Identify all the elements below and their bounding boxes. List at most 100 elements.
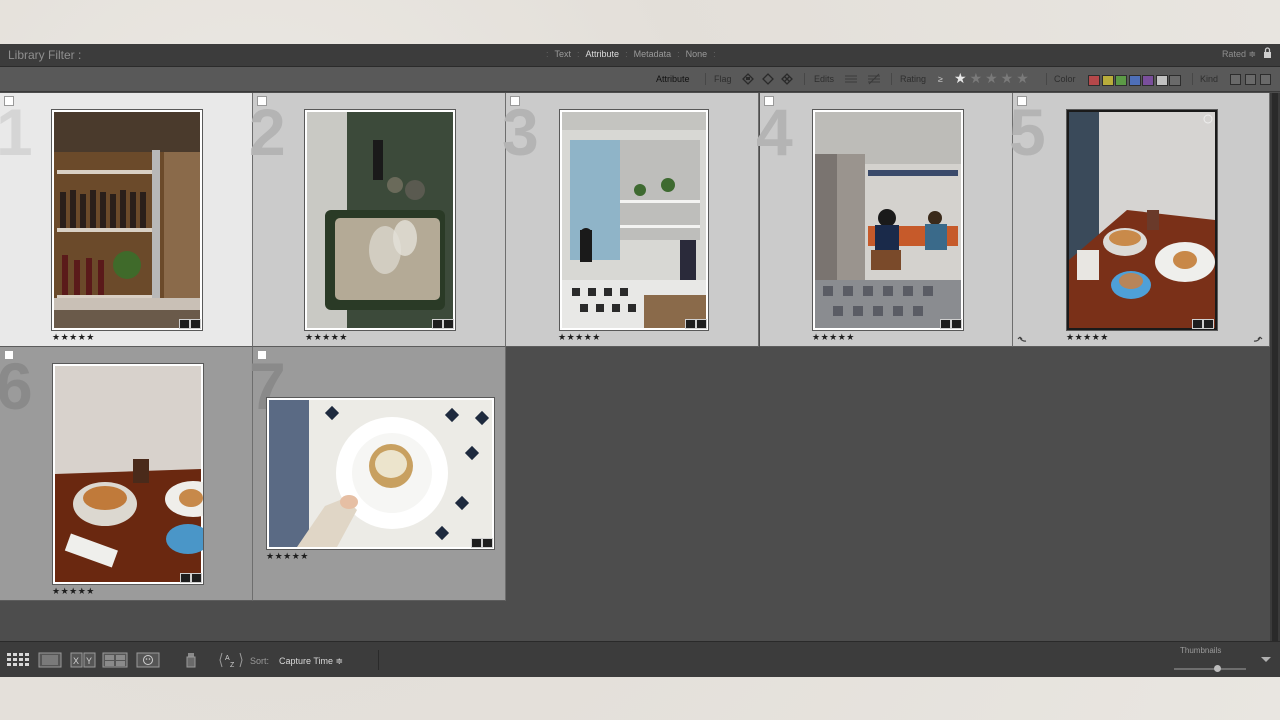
cell-index: 2 — [249, 95, 286, 169]
unflagged-filter-icon[interactable] — [761, 72, 775, 86]
attribute-label: Attribute — [656, 74, 690, 84]
grid-cell[interactable]: 2 ★★★★★ — [249, 93, 506, 347]
grid-cell[interactable]: 1 ★★★★★ — [0, 93, 253, 347]
flag-icon[interactable] — [764, 96, 774, 106]
thumbnail-size-slider[interactable] — [1174, 665, 1246, 672]
rating-stars[interactable]: ★★★★★ — [52, 586, 95, 597]
grid-cell[interactable]: 5 ★★★★★ — [1009, 93, 1270, 347]
cafe-interior-photo — [562, 112, 706, 328]
develop-badge-icon — [1203, 319, 1214, 329]
develop-badge-icon — [443, 319, 454, 329]
sort-dropdown[interactable]: Capture Time ≑ — [279, 656, 343, 667]
tab-text[interactable]: Text — [555, 49, 572, 59]
color-swatch[interactable] — [1155, 75, 1168, 86]
chevron-down-icon[interactable] — [1260, 656, 1272, 664]
loupe-view-icon[interactable] — [38, 652, 62, 668]
color-swatch[interactable] — [1101, 75, 1114, 86]
photo-thumbnail[interactable] — [559, 109, 709, 331]
cell-index: 6 — [0, 349, 33, 423]
edited-filter-icon[interactable] — [844, 72, 858, 86]
sort-direction-icon[interactable]: AZ — [218, 652, 244, 668]
color-swatch[interactable] — [1115, 75, 1127, 86]
rotate-right-icon[interactable] — [1251, 332, 1263, 344]
edits-label: Edits — [814, 74, 835, 84]
rating-stars-filter[interactable]: ★★★★★ — [954, 70, 1032, 87]
filter-preset-dropdown[interactable]: Rated ≑ — [1222, 49, 1256, 60]
svg-text:A: A — [225, 655, 230, 662]
attribute-filter-bar: Attribute Flag Edits Rating ≥ ★★★★★ Colo… — [0, 67, 1280, 92]
flag-icon[interactable] — [510, 96, 520, 106]
photo-thumbnail[interactable] — [304, 109, 456, 331]
kind-label: Kind — [1200, 74, 1219, 84]
rating-star-icon: ★ — [954, 70, 970, 86]
kind-master-icon[interactable] — [1230, 74, 1241, 85]
photo-thumbnail[interactable] — [266, 397, 495, 550]
kind-video-icon[interactable] — [1260, 74, 1271, 85]
color-swatch[interactable] — [1088, 75, 1100, 86]
photo-thumbnail[interactable] — [1066, 109, 1218, 331]
cafe-table-photo — [55, 366, 203, 582]
tab-metadata[interactable]: Metadata — [634, 49, 672, 59]
flag-icon[interactable] — [1017, 96, 1027, 106]
color-label: Color — [1054, 74, 1076, 84]
rating-stars[interactable]: ★★★★★ — [812, 332, 855, 343]
library-toolbar: XY AZ Sort: Capture Time ≑ Thumbnails — [0, 641, 1280, 677]
rating-stars[interactable]: ★★★★★ — [558, 332, 601, 343]
photo-thumbnail[interactable] — [51, 109, 203, 331]
photo-thumbnail[interactable] — [52, 363, 204, 585]
grid-cell[interactable]: 4 ★★★★★ — [756, 93, 1013, 347]
rotate-left-icon[interactable] — [1017, 332, 1029, 344]
painter-icon[interactable] — [184, 652, 198, 668]
flag-icon[interactable] — [257, 96, 267, 106]
svg-text:X: X — [73, 656, 79, 666]
photo-thumbnail[interactable] — [812, 109, 964, 331]
tab-none[interactable]: None — [686, 49, 708, 59]
grid-cell[interactable]: 7 ★★★★★ — [249, 347, 506, 601]
lightroom-library-window: Library Filter : : Text : Attribute : Me… — [0, 44, 1280, 677]
rejected-filter-icon[interactable] — [780, 72, 794, 86]
tab-attribute[interactable]: Attribute — [586, 49, 620, 59]
rating-stars[interactable]: ★★★★★ — [305, 332, 348, 343]
compare-view-icon[interactable]: XY — [70, 652, 96, 668]
metadata-badge-icon — [940, 319, 951, 329]
people-view-icon[interactable] — [136, 652, 160, 668]
grid-cell[interactable]: 3 ★★★★★ — [502, 93, 759, 347]
develop-badge-icon — [696, 319, 707, 329]
slider-knob[interactable] — [1213, 665, 1221, 672]
glass-tray-photo — [307, 112, 453, 328]
metadata-badge-icon — [179, 319, 190, 329]
rating-label: Rating — [900, 74, 927, 84]
rating-stars[interactable]: ★★★★★ — [266, 551, 309, 562]
lock-icon[interactable] — [1263, 47, 1272, 59]
metadata-badge-icon — [685, 319, 696, 329]
grid-scrollbar[interactable] — [1270, 93, 1280, 641]
develop-badge-icon — [482, 538, 493, 548]
grid-cell[interactable]: 6 ★★★★★ — [0, 347, 253, 601]
grid-view-icon[interactable] — [6, 652, 30, 668]
develop-badge-icon — [191, 573, 202, 583]
unedited-filter-icon[interactable] — [867, 72, 881, 86]
kind-virtual-copy-icon[interactable] — [1245, 74, 1256, 85]
rating-operator[interactable]: ≥ — [938, 74, 943, 84]
metadata-badge-icon — [471, 538, 482, 548]
color-swatch[interactable] — [1169, 75, 1181, 86]
svg-text:Z: Z — [230, 662, 235, 668]
metadata-badge-icon — [180, 573, 191, 583]
cell-index: 3 — [502, 95, 539, 169]
thumbnails-label: Thumbnails — [1180, 646, 1222, 655]
metadata-badge-icon — [1192, 319, 1203, 329]
svg-text:Y: Y — [86, 656, 92, 666]
select-circle-icon[interactable] — [1203, 114, 1213, 124]
library-filter-bar: Library Filter : : Text : Attribute : Me… — [0, 44, 1280, 67]
rating-stars[interactable]: ★★★★★ — [52, 332, 95, 343]
color-swatch[interactable] — [1142, 75, 1154, 86]
survey-view-icon[interactable] — [102, 652, 128, 668]
rating-stars[interactable]: ★★★★★ — [1066, 332, 1109, 343]
cafe-seating-photo — [815, 112, 961, 328]
flagged-filter-icon[interactable] — [741, 72, 755, 86]
color-swatch[interactable] — [1128, 75, 1141, 86]
library-filter-title: Library Filter : — [8, 48, 82, 62]
flag-icon[interactable] — [257, 350, 267, 360]
flag-icon[interactable] — [4, 350, 14, 360]
flag-icon[interactable] — [4, 96, 14, 106]
